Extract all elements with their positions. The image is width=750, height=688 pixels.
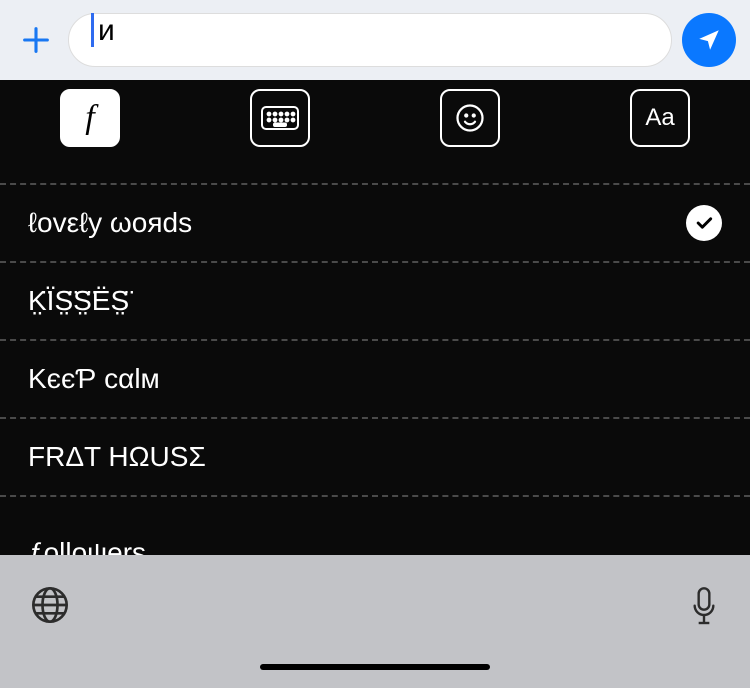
font-option[interactable]: FRΔT HΩUSΣ	[0, 417, 750, 495]
font-option[interactable]: K̤̈ÏS̤̈S̤̈ËS̤̈	[0, 261, 750, 339]
font-style-tab[interactable]: f	[60, 89, 120, 147]
font-option-label: FRΔT HΩUSΣ	[28, 441, 206, 473]
smile-icon	[455, 103, 485, 133]
font-option-label: ℓovεℓy ωoяds	[28, 207, 192, 239]
home-indicator[interactable]	[260, 664, 490, 670]
keyboard-toolbar: f Aa	[0, 80, 750, 155]
list-spacer	[0, 155, 750, 183]
plus-icon	[19, 23, 53, 57]
font-style-list[interactable]: ℓovεℓy ωoяds K̤̈ÏS̤̈S̤̈ËS̤̈ KєєƤ cαlм FR…	[0, 155, 750, 555]
dictation-button[interactable]	[688, 585, 720, 634]
globe-button[interactable]	[30, 585, 70, 630]
font-option[interactable]: ℓovεℓy ωoяds	[0, 183, 750, 261]
font-option[interactable]: KєєƤ cαlм	[0, 339, 750, 417]
font-option-label: K̤̈ÏS̤̈S̤̈ËS̤̈	[28, 285, 129, 317]
send-button[interactable]	[682, 13, 736, 67]
keyboard-tab[interactable]	[250, 89, 310, 147]
font-option[interactable]: ƒolloψers	[0, 495, 750, 555]
selected-checkmark	[686, 205, 722, 241]
message-input[interactable]: и	[68, 13, 672, 67]
add-button[interactable]	[14, 18, 58, 62]
text-size-tab[interactable]: Aa	[630, 89, 690, 147]
text-caret	[91, 13, 94, 47]
globe-icon	[30, 585, 70, 625]
emoji-tab[interactable]	[440, 89, 500, 147]
send-icon	[696, 27, 722, 53]
keyboard-icon	[261, 106, 299, 130]
mic-icon	[688, 585, 720, 629]
keyboard-bottom-bar	[0, 555, 750, 688]
input-value: и	[98, 14, 115, 47]
text-size-icon: Aa	[645, 104, 674, 132]
font-option-label: KєєƤ cαlм	[28, 363, 160, 395]
font-option-label: ƒolloψers	[28, 537, 146, 555]
check-icon	[694, 213, 714, 233]
message-input-bar: и	[0, 0, 750, 80]
font-style-icon: f	[85, 99, 94, 137]
